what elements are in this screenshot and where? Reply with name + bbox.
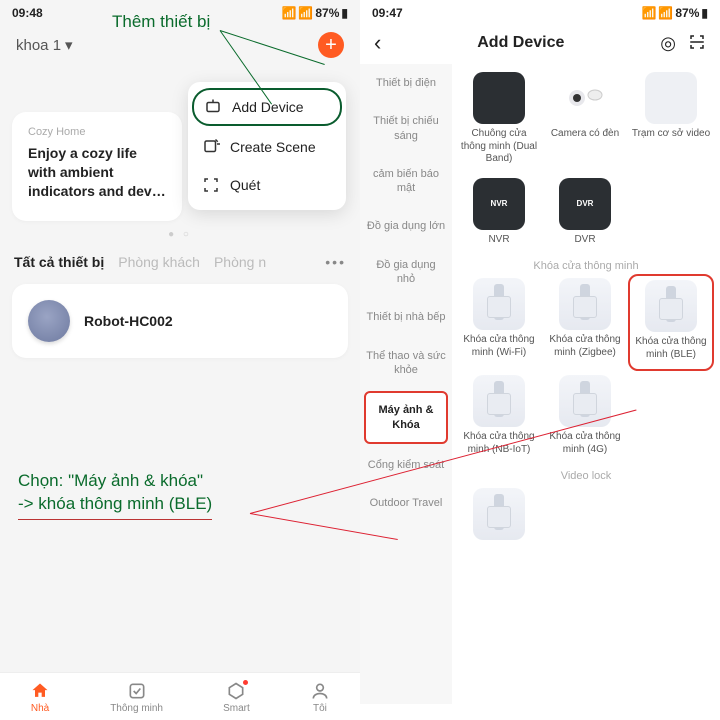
item-lock-nbiot[interactable]: Khóa cửa thông minh (NB-IoT)	[456, 371, 542, 464]
scan-icon	[202, 176, 220, 194]
home-selector[interactable]: khoa 1 ▾	[16, 36, 73, 54]
item-doorbell[interactable]: Chuông cửa thông minh (Dual Band)	[456, 68, 542, 174]
cat-large-appliance[interactable]: Đồ gia dụng lớn	[360, 207, 452, 245]
hexagon-icon	[226, 681, 246, 701]
dvr-icon: DVR	[559, 178, 611, 230]
card-subtitle: Cozy Home	[28, 126, 166, 138]
add-menu-popup: Add Device Create Scene Quét	[188, 82, 346, 210]
status-icons: 📶📶 87%▮	[641, 6, 708, 20]
nav-home[interactable]: Nhà	[30, 681, 50, 714]
lock-icon	[473, 488, 525, 540]
tab-more[interactable]: •••	[325, 254, 346, 270]
status-icons: 📶📶 87%▮	[281, 6, 348, 20]
promo-card[interactable]: Cozy Home Enjoy a cozy life with ambient…	[12, 112, 182, 221]
item-lock-wifi[interactable]: Khóa cửa thông minh (Wi-Fi)	[456, 274, 542, 371]
tab-all-devices[interactable]: Tất cả thiết bị	[14, 254, 104, 270]
tab-room-2[interactable]: Phòng n	[214, 254, 266, 270]
cat-camera-lock[interactable]: Máy ảnh & Khóa	[364, 391, 448, 444]
page-title: Add Device	[477, 34, 564, 52]
item-lock-zigbee[interactable]: Khóa cửa thông minh (Zigbee)	[542, 274, 628, 371]
item-dvr[interactable]: DVR DVR	[542, 174, 628, 255]
user-icon	[310, 681, 330, 701]
nav-smart[interactable]: Smart	[223, 681, 250, 714]
item-camera-light[interactable]: Camera có đèn	[542, 68, 628, 174]
cat-lighting[interactable]: Thiết bị chiếu sáng	[360, 102, 452, 155]
check-icon	[127, 681, 147, 701]
add-button[interactable]: +	[318, 32, 344, 58]
menu-create-scene[interactable]: Create Scene	[188, 128, 346, 166]
lock-icon	[645, 280, 697, 332]
scan-icon[interactable]	[688, 33, 706, 54]
category-sidebar: Thiết bị điện Thiết bị chiếu sáng cảm bi…	[360, 64, 452, 704]
target-icon[interactable]: ◎	[660, 33, 676, 54]
robot-icon	[28, 300, 70, 342]
device-name: Robot-HC002	[84, 313, 173, 329]
item-video-lock[interactable]	[456, 484, 542, 552]
menu-scan[interactable]: Quét	[188, 166, 346, 204]
cat-electric[interactable]: Thiết bị điện	[360, 64, 452, 102]
device-card[interactable]: Robot-HC002	[12, 284, 348, 358]
item-nvr[interactable]: NVR NVR	[456, 174, 542, 255]
home-icon	[30, 681, 50, 701]
cat-sensor[interactable]: cảm biến báo mật	[360, 155, 452, 208]
page-indicator: ● ○	[0, 229, 360, 240]
lock-icon	[473, 375, 525, 427]
nvr-icon: NVR	[473, 178, 525, 230]
menu-add-device[interactable]: Add Device	[192, 88, 342, 126]
section-video-lock: Video lock	[456, 470, 716, 482]
device-icon	[204, 98, 222, 116]
card-title: Enjoy a cozy life with ambient indicator…	[28, 144, 166, 201]
tab-room-1[interactable]: Phòng khách	[118, 254, 200, 270]
cat-outdoor[interactable]: Outdoor Travel	[360, 484, 452, 522]
back-button[interactable]: ‹	[374, 30, 381, 56]
doorbell-icon	[473, 72, 525, 124]
item-lock-4g[interactable]: Khóa cửa thông minh (4G)	[542, 371, 628, 464]
cat-health[interactable]: Thể thao và sức khỏe	[360, 337, 452, 390]
plus-icon: +	[325, 35, 337, 55]
cat-gateway[interactable]: Cổng kiểm soát	[360, 446, 452, 484]
item-lock-ble[interactable]: Khóa cửa thông minh (BLE)	[628, 274, 714, 371]
chevron-down-icon: ▾	[65, 36, 73, 54]
nav-me[interactable]: Tôi	[310, 681, 330, 714]
cat-kitchen[interactable]: Thiết bị nhà bếp	[360, 298, 452, 336]
status-time: 09:48	[12, 6, 43, 20]
camera-icon	[559, 72, 611, 124]
item-video-base[interactable]: Trạm cơ sở video	[628, 68, 714, 174]
nav-intelligent[interactable]: Thông minh	[110, 681, 163, 714]
status-time: 09:47	[372, 6, 403, 20]
scene-icon	[202, 138, 220, 156]
lock-icon	[473, 278, 525, 330]
lock-icon	[559, 278, 611, 330]
base-icon	[645, 72, 697, 124]
cat-small-appliance[interactable]: Đồ gia dụng nhỏ	[360, 246, 452, 299]
section-smart-lock: Khóa cửa thông minh	[456, 260, 716, 272]
